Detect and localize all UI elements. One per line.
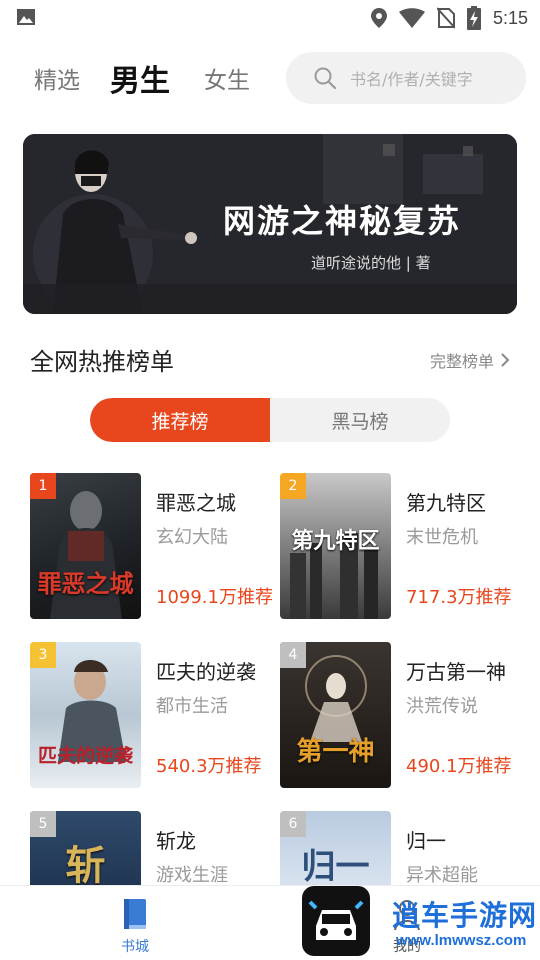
book-recommend-count: 540.3万推荐 <box>156 756 262 777</box>
car-icon <box>308 900 364 940</box>
search-placeholder: 书名/作者/关键字 <box>350 70 473 89</box>
book-recommend-count: 1099.1万推荐 <box>156 587 273 608</box>
full-ranking-label: 完整榜单 <box>429 352 494 371</box>
banner-author: 道听途说的他 | 著 <box>311 254 431 272</box>
cover-title: 斩 <box>65 842 106 889</box>
banner-title: 网游之神秘复苏 <box>223 202 462 240</box>
cover-title: 匹夫的逆袭 <box>37 745 133 767</box>
ranking-segment: 推荐榜 黑马榜 <box>90 398 450 442</box>
cover-title: 罪恶之城 <box>37 569 134 598</box>
book-item[interactable]: 1 罪恶之城 罪恶之城 玄幻大陆 1099.1万推荐 <box>30 473 273 619</box>
rank-badge: 1 <box>30 473 56 499</box>
cover-title: 第九特区 <box>291 528 380 554</box>
book-title: 归一 <box>406 829 446 853</box>
book-title: 斩龙 <box>156 829 196 853</box>
book-item[interactable]: 2 第九特区 第九特区 末世危机 717.3万推荐 <box>280 473 520 619</box>
search-input[interactable]: 书名/作者/关键字 <box>286 52 526 104</box>
battery-charging-icon <box>466 6 481 30</box>
rank-badge: 6 <box>280 811 306 837</box>
watermark-url: www.lmwwsz.com <box>396 932 527 949</box>
book-category: 都市生活 <box>156 696 228 717</box>
tab-darkhorse-ranking[interactable]: 黑马榜 <box>270 398 450 442</box>
status-bar: 5:15 <box>0 0 540 36</box>
book-category: 游戏生涯 <box>156 865 228 886</box>
rank-badge: 4 <box>280 642 306 668</box>
cover-title: 第一神 <box>296 737 375 767</box>
book-title: 第九特区 <box>406 491 486 515</box>
header: 精选 男生 女生 书名/作者/关键字 <box>0 50 540 106</box>
nav-bookstore[interactable]: 书城 <box>95 898 175 956</box>
book-category: 洪荒传说 <box>406 696 478 717</box>
nav-bookstore-label: 书城 <box>121 939 149 955</box>
book-title: 匹夫的逆袭 <box>156 660 256 684</box>
book-cover: 3 匹夫的逆袭 <box>30 642 141 788</box>
wifi-icon <box>398 8 425 28</box>
book-category: 玄幻大陆 <box>156 527 228 548</box>
book-cover: 1 罪恶之城 <box>30 473 141 619</box>
watermark-text: 逍车手游网 <box>392 899 538 932</box>
book-title: 万古第一神 <box>406 660 506 684</box>
featured-banner[interactable]: 网游之神秘复苏 道听途说的他 | 著 <box>23 134 517 314</box>
tab-male[interactable]: 男生 <box>110 50 170 106</box>
book-category: 末世危机 <box>406 527 478 548</box>
full-ranking-link[interactable]: 完整榜单 <box>430 348 510 372</box>
book-item[interactable]: 4 第一神 万古第一神 洪荒传说 490.1万推荐 <box>280 642 520 788</box>
status-time: 5:15 <box>492 7 528 28</box>
rank-badge: 2 <box>280 473 306 499</box>
no-sim-icon <box>436 7 455 29</box>
book-recommend-count: 490.1万推荐 <box>406 756 512 777</box>
tab-recommend-ranking[interactable]: 推荐榜 <box>90 398 270 442</box>
site-watermark: 逍车手游网 www.lmwwsz.com <box>300 884 540 960</box>
search-icon <box>314 67 336 89</box>
book-title: 罪恶之城 <box>156 491 236 515</box>
tab-featured[interactable]: 精选 <box>34 50 80 106</box>
tab-female[interactable]: 女生 <box>204 50 250 106</box>
watermark-logo <box>302 886 370 956</box>
book-recommend-count: 717.3万推荐 <box>406 587 512 608</box>
book-cover: 2 第九特区 <box>280 473 391 619</box>
book-cover: 4 第一神 <box>280 642 391 788</box>
rank-badge: 3 <box>30 642 56 668</box>
image-icon <box>17 9 35 25</box>
cover-title: 归一 <box>301 847 370 887</box>
ranking-title: 全网热推榜单 <box>30 348 174 376</box>
location-icon <box>370 8 387 28</box>
chevron-right-icon <box>501 353 510 367</box>
book-item[interactable]: 3 匹夫的逆袭 匹夫的逆袭 都市生活 540.3万推荐 <box>30 642 270 788</box>
book-icon <box>124 899 146 929</box>
